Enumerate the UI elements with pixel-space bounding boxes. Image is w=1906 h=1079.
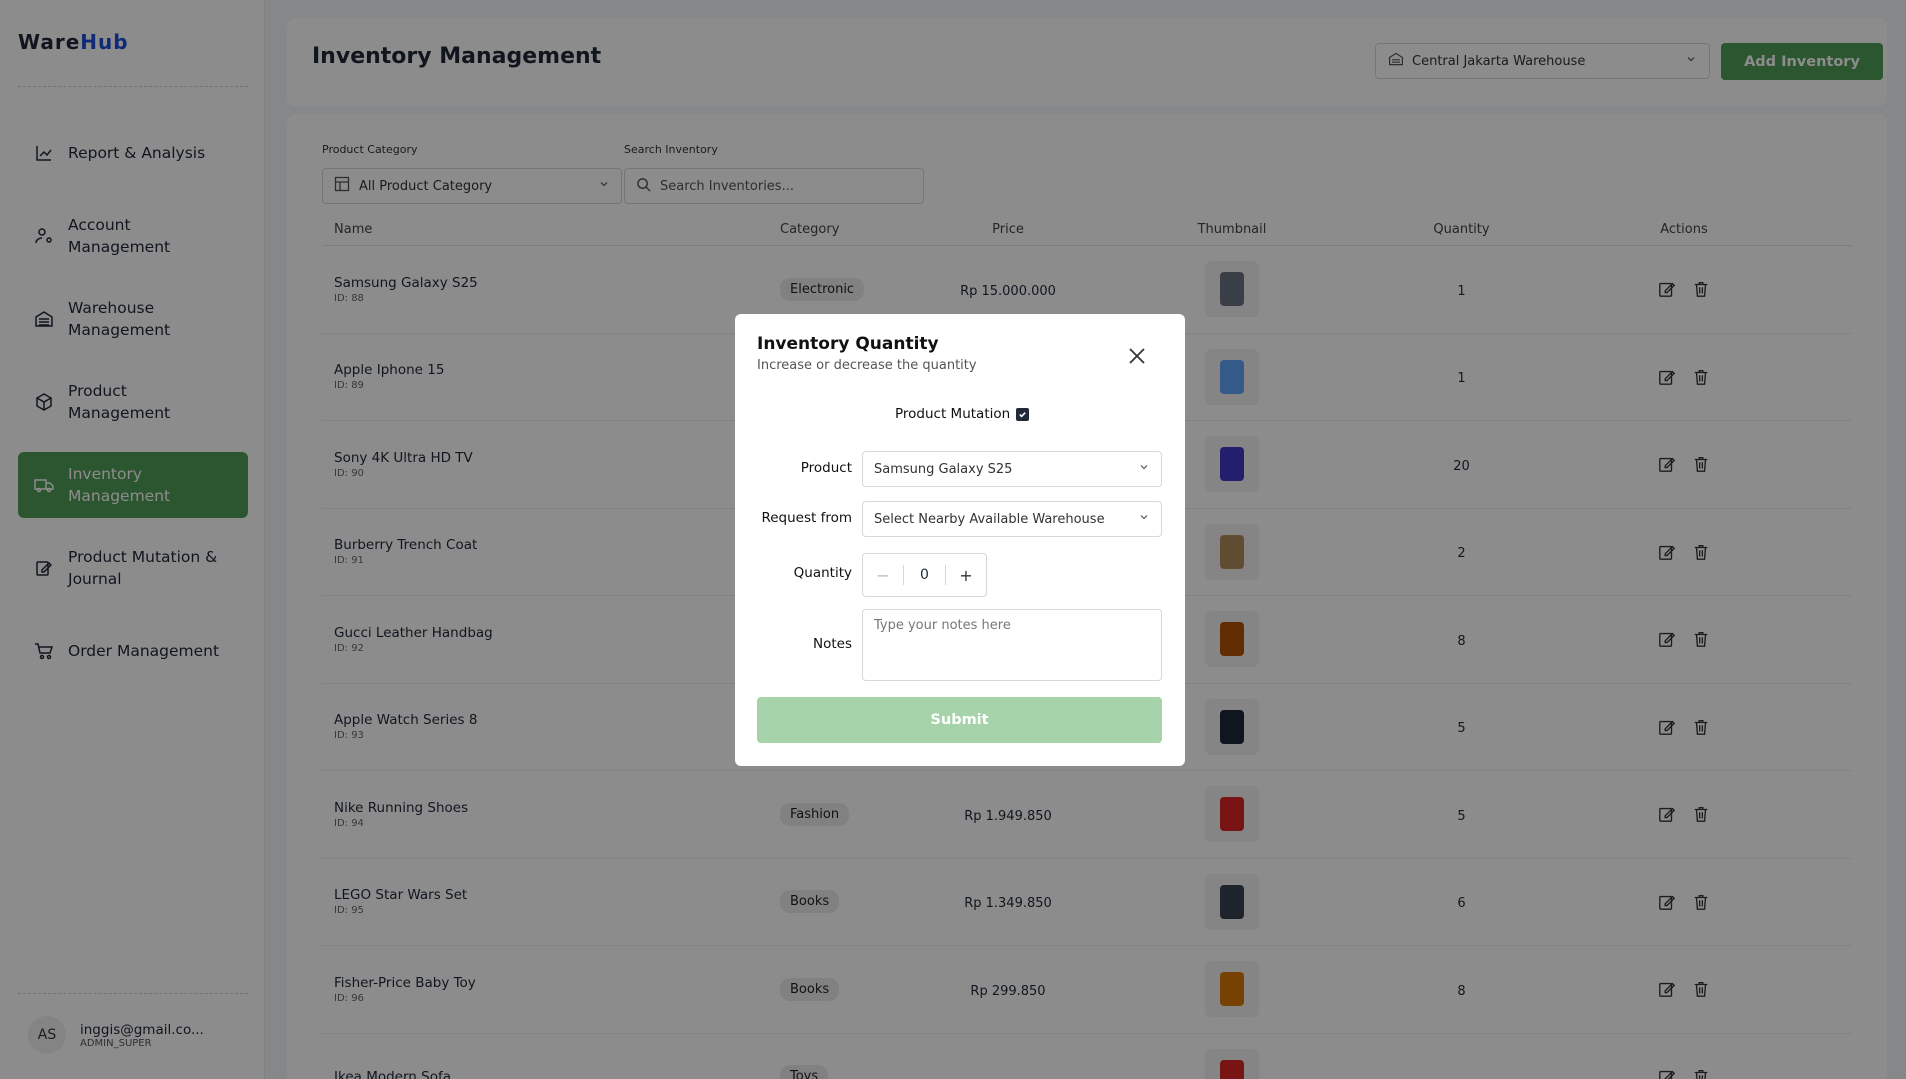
chevron-down-icon [1138, 511, 1150, 527]
modal-subtitle: Increase or decrease the quantity [757, 358, 977, 373]
notes-label: Notes [813, 636, 852, 652]
product-select-value: Samsung Galaxy S25 [874, 461, 1013, 477]
request-from-select[interactable]: Select Nearby Available Warehouse [862, 501, 1162, 537]
quantity-value[interactable]: 0 [903, 565, 946, 585]
increment-button[interactable]: + [946, 566, 986, 585]
inventory-quantity-modal: Inventory Quantity Increase or decrease … [735, 314, 1185, 766]
product-mutation-toggle[interactable]: Product Mutation [895, 406, 1030, 422]
notes-textarea[interactable]: Type your notes here [862, 609, 1162, 681]
product-mutation-checkbox[interactable] [1016, 407, 1030, 421]
request-from-label: Request from [761, 510, 852, 526]
request-from-placeholder: Select Nearby Available Warehouse [874, 511, 1105, 527]
quantity-label: Quantity [793, 565, 852, 581]
close-icon[interactable] [1127, 346, 1147, 366]
chevron-down-icon [1138, 461, 1150, 477]
product-mutation-label: Product Mutation [895, 406, 1011, 422]
product-label: Product [800, 460, 852, 476]
modal-title: Inventory Quantity [757, 334, 939, 354]
submit-button[interactable]: Submit [757, 697, 1162, 743]
quantity-stepper: − 0 + [862, 553, 987, 597]
product-select[interactable]: Samsung Galaxy S25 [862, 451, 1162, 487]
decrement-button[interactable]: − [863, 566, 903, 585]
notes-placeholder: Type your notes here [874, 618, 1011, 633]
